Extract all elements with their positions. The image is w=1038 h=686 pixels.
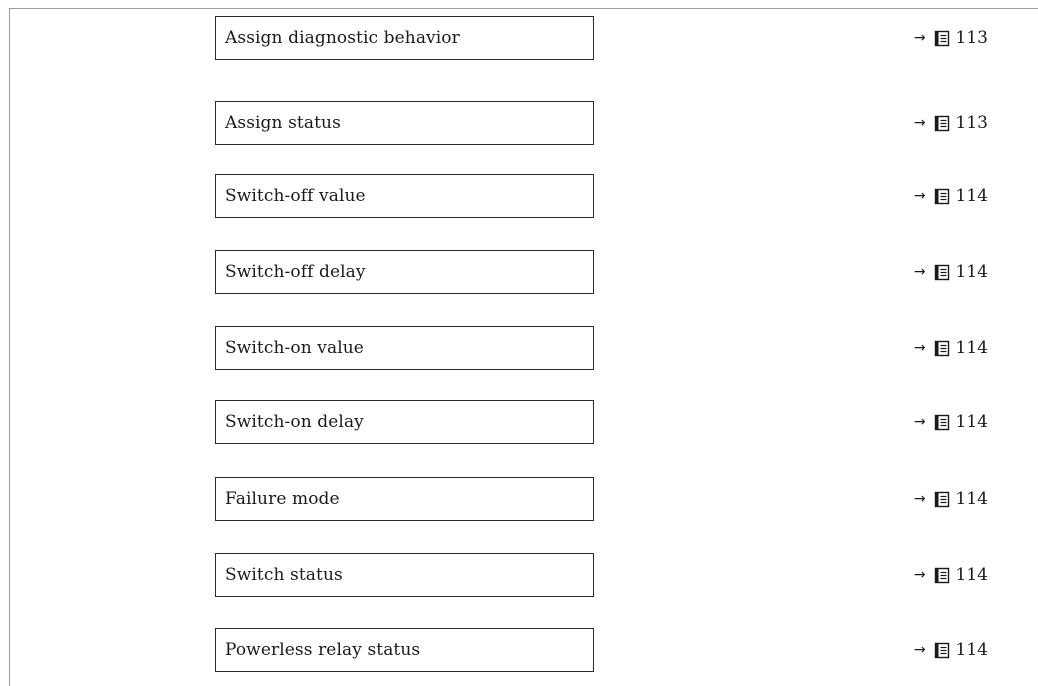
book-icon: [934, 340, 950, 357]
arrow-right-icon: →: [913, 188, 926, 204]
book-icon: [934, 414, 950, 431]
page-number: 114: [955, 412, 988, 432]
page-number: 113: [955, 28, 988, 48]
parameter-box[interactable]: Switch-off value: [215, 174, 594, 218]
book-icon: [934, 115, 950, 132]
parameter-label: Switch status: [225, 565, 343, 585]
arrow-right-icon: →: [913, 567, 926, 583]
page-reference[interactable]: → 114: [914, 326, 988, 370]
page-number: 114: [955, 262, 988, 282]
parameter-box[interactable]: Switch status: [215, 553, 594, 597]
page-reference[interactable]: → 114: [914, 174, 988, 218]
book-icon: [934, 30, 950, 47]
arrow-right-icon: →: [913, 340, 926, 356]
page-reference[interactable]: → 113: [914, 101, 988, 145]
page-reference[interactable]: → 114: [914, 400, 988, 444]
arrow-right-icon: →: [913, 30, 926, 46]
parameter-row: Switch-off value → 114: [0, 174, 1038, 218]
parameter-row: Switch-on value → 114: [0, 326, 1038, 370]
parameter-box[interactable]: Assign status: [215, 101, 594, 145]
parameter-label: Switch-off value: [225, 186, 366, 206]
book-icon: [934, 491, 950, 508]
arrow-right-icon: →: [913, 414, 926, 430]
arrow-right-icon: →: [913, 264, 926, 280]
book-icon: [934, 642, 950, 659]
page-reference[interactable]: → 114: [914, 553, 988, 597]
arrow-right-icon: →: [913, 115, 926, 131]
parameter-box[interactable]: Failure mode: [215, 477, 594, 521]
parameter-label: Assign status: [225, 113, 341, 133]
parameter-box[interactable]: Assign diagnostic behavior: [215, 16, 594, 60]
arrow-right-icon: →: [913, 491, 926, 507]
parameter-row: Assign status → 113: [0, 101, 1038, 145]
parameter-box[interactable]: Powerless relay status: [215, 628, 594, 672]
page-reference[interactable]: → 114: [914, 628, 988, 672]
book-icon: [934, 567, 950, 584]
parameter-row: Powerless relay status → 114: [0, 628, 1038, 672]
book-icon: [934, 188, 950, 205]
arrow-right-icon: →: [913, 642, 926, 658]
parameter-row: Assign diagnostic behavior → 113: [0, 16, 1038, 60]
parameter-label: Assign diagnostic behavior: [225, 28, 460, 48]
parameter-list: Assign diagnostic behavior → 113 Assign …: [0, 0, 1038, 686]
page-number: 114: [955, 640, 988, 660]
parameter-label: Failure mode: [225, 489, 340, 509]
parameter-box[interactable]: Switch-on value: [215, 326, 594, 370]
parameter-box[interactable]: Switch-on delay: [215, 400, 594, 444]
page-reference[interactable]: → 114: [914, 477, 988, 521]
page-number: 114: [955, 489, 988, 509]
parameter-label: Switch-on value: [225, 338, 364, 358]
page-number: 113: [955, 113, 988, 133]
page-number: 114: [955, 186, 988, 206]
page-reference[interactable]: → 113: [914, 16, 988, 60]
parameter-box[interactable]: Switch-off delay: [215, 250, 594, 294]
parameter-label: Switch-off delay: [225, 262, 366, 282]
book-icon: [934, 264, 950, 281]
parameter-label: Powerless relay status: [225, 640, 421, 660]
page-number: 114: [955, 338, 988, 358]
parameter-label: Switch-on delay: [225, 412, 364, 432]
page-reference[interactable]: → 114: [914, 250, 988, 294]
parameter-row: Failure mode → 114: [0, 477, 1038, 521]
parameter-row: Switch-off delay → 114: [0, 250, 1038, 294]
parameter-row: Switch-on delay → 114: [0, 400, 1038, 444]
parameter-row: Switch status → 114: [0, 553, 1038, 597]
page-number: 114: [955, 565, 988, 585]
